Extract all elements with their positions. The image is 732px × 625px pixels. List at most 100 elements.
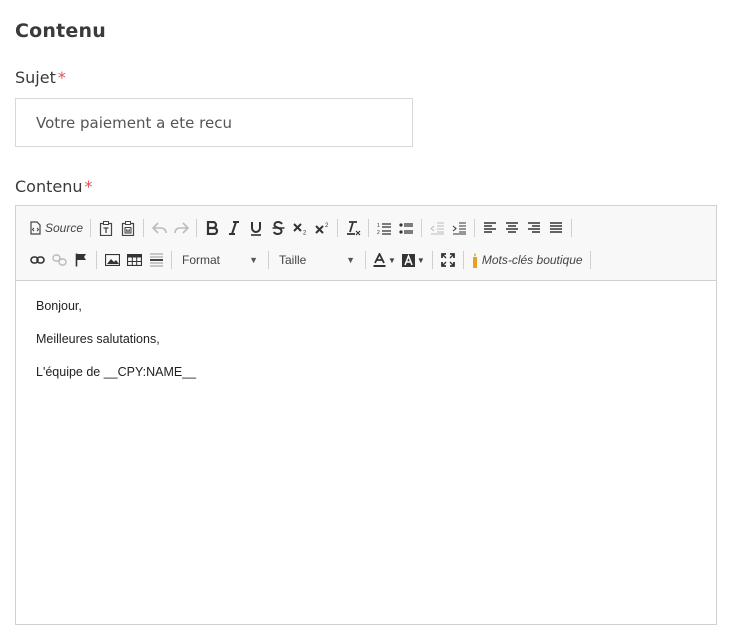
toolbar-separator: [268, 251, 269, 269]
align-right-icon: [528, 222, 541, 233]
toolbar-separator: [431, 251, 433, 269]
text-color-icon: [373, 253, 386, 267]
background-color-icon: [401, 253, 415, 267]
paste-word-icon: [121, 220, 135, 236]
unlink-icon: [51, 254, 67, 266]
toolbar-separator: [90, 219, 92, 237]
indent-icon: [452, 222, 466, 234]
toolbar-separator: [421, 219, 423, 237]
undo-icon: [151, 222, 167, 234]
shop-keywords-label: Mots-clés boutique: [481, 253, 583, 267]
toolbar-separator: [365, 251, 366, 269]
svg-text:1: 1: [377, 223, 380, 229]
superscript-button[interactable]: 2: [311, 216, 333, 240]
link-icon: [29, 256, 45, 264]
dropdown-arrow-icon: ▼: [346, 255, 355, 265]
numbered-list-icon: 12: [377, 223, 391, 235]
italic-button[interactable]: [223, 216, 245, 240]
underline-button[interactable]: [245, 216, 267, 240]
maximize-icon: [440, 253, 455, 267]
remove-format-icon: [346, 220, 360, 235]
bulleted-list-button[interactable]: [395, 216, 417, 240]
dropdown-arrow-icon: ▼: [388, 255, 396, 265]
rich-text-editor: Source 2 2 1 2 Format ▼ Taille ▼ ▼ ▼ Mot…: [15, 205, 717, 625]
svg-text:2: 2: [377, 230, 380, 235]
strike-button[interactable]: [267, 216, 289, 240]
subscript-icon: 2: [292, 223, 307, 236]
subject-input-value: Votre paiement a ete recu: [36, 113, 232, 132]
align-left-button[interactable]: [479, 216, 501, 240]
svg-text:2: 2: [303, 231, 307, 236]
toolbar-separator: [571, 219, 573, 237]
background-color-button[interactable]: ▼: [399, 248, 428, 272]
toolbar-separator: [171, 251, 172, 269]
format-dropdown[interactable]: Format ▼: [176, 248, 264, 272]
outdent-icon: [429, 222, 444, 234]
format-dropdown-label: Format: [182, 253, 221, 267]
align-left-icon: [484, 222, 497, 233]
toolbar-separator: [368, 219, 370, 237]
section-title: Contenu: [15, 20, 106, 42]
editor-toolbar: Source 2 2 1 2 Format ▼ Taille ▼ ▼ ▼ Mot…: [16, 206, 716, 281]
image-button[interactable]: [101, 248, 123, 272]
flag-icon: [75, 253, 86, 267]
editor-content[interactable]: Bonjour, Meilleures salutations, L'équip…: [16, 281, 716, 416]
content-label: Contenu *: [15, 177, 93, 196]
dropdown-arrow-icon: ▼: [249, 255, 258, 265]
text-color-button[interactable]: ▼: [370, 248, 399, 272]
toolbar-separator: [196, 219, 198, 237]
svg-text:2: 2: [325, 223, 329, 229]
size-dropdown-label: Taille: [279, 253, 307, 267]
align-right-button[interactable]: [523, 216, 545, 240]
candle-icon: [472, 252, 477, 268]
source-button[interactable]: Source: [26, 216, 86, 240]
subject-label: Sujet *: [15, 68, 66, 87]
anchor-button[interactable]: [70, 248, 92, 272]
paste-text-icon: [99, 220, 113, 236]
maximize-button[interactable]: [437, 248, 459, 272]
strikethrough-icon: [272, 221, 285, 235]
horizontal-rule-button[interactable]: [145, 248, 167, 272]
align-center-icon: [506, 222, 519, 233]
paste-text-button[interactable]: [95, 216, 117, 240]
toolbar-separator: [143, 219, 145, 237]
image-icon: [104, 254, 120, 266]
subscript-button[interactable]: 2: [289, 216, 311, 240]
undo-button[interactable]: [148, 216, 170, 240]
justify-icon: [550, 222, 563, 233]
required-mark: *: [57, 68, 66, 87]
editor-line: Meilleures salutations,: [36, 332, 160, 346]
subject-label-text: Sujet: [15, 68, 56, 87]
subject-input[interactable]: Votre paiement a ete recu: [15, 98, 413, 147]
toolbar-separator: [96, 251, 97, 269]
justify-button[interactable]: [545, 216, 567, 240]
dropdown-arrow-icon: ▼: [416, 255, 425, 265]
indent-button[interactable]: [448, 216, 470, 240]
paste-word-button[interactable]: [117, 216, 139, 240]
content-label-text: Contenu: [15, 177, 83, 196]
source-icon: [30, 221, 41, 235]
remove-format-button[interactable]: [342, 216, 364, 240]
underline-icon: [251, 221, 262, 236]
numbered-list-button[interactable]: 12: [373, 216, 395, 240]
bold-icon: [206, 221, 219, 235]
toolbar-separator: [474, 219, 476, 237]
toolbar-separator: [589, 251, 591, 269]
link-button[interactable]: [26, 248, 48, 272]
size-dropdown[interactable]: Taille ▼: [273, 248, 361, 272]
unlink-button[interactable]: [48, 248, 70, 272]
superscript-icon: 2: [314, 223, 329, 234]
outdent-button[interactable]: [426, 216, 448, 240]
align-center-button[interactable]: [501, 216, 523, 240]
toolbar-separator: [462, 251, 464, 269]
bold-button[interactable]: [201, 216, 223, 240]
italic-icon: [229, 221, 240, 235]
source-label: Source: [45, 221, 84, 235]
editor-line: Bonjour,: [36, 299, 82, 313]
shop-keywords-button[interactable]: Mots-clés boutique: [468, 248, 586, 272]
redo-button[interactable]: [170, 216, 192, 240]
table-icon: [126, 254, 142, 266]
redo-icon: [173, 222, 189, 234]
table-button[interactable]: [123, 248, 145, 272]
editor-line: L'équipe de __CPY:NAME__: [36, 365, 197, 379]
